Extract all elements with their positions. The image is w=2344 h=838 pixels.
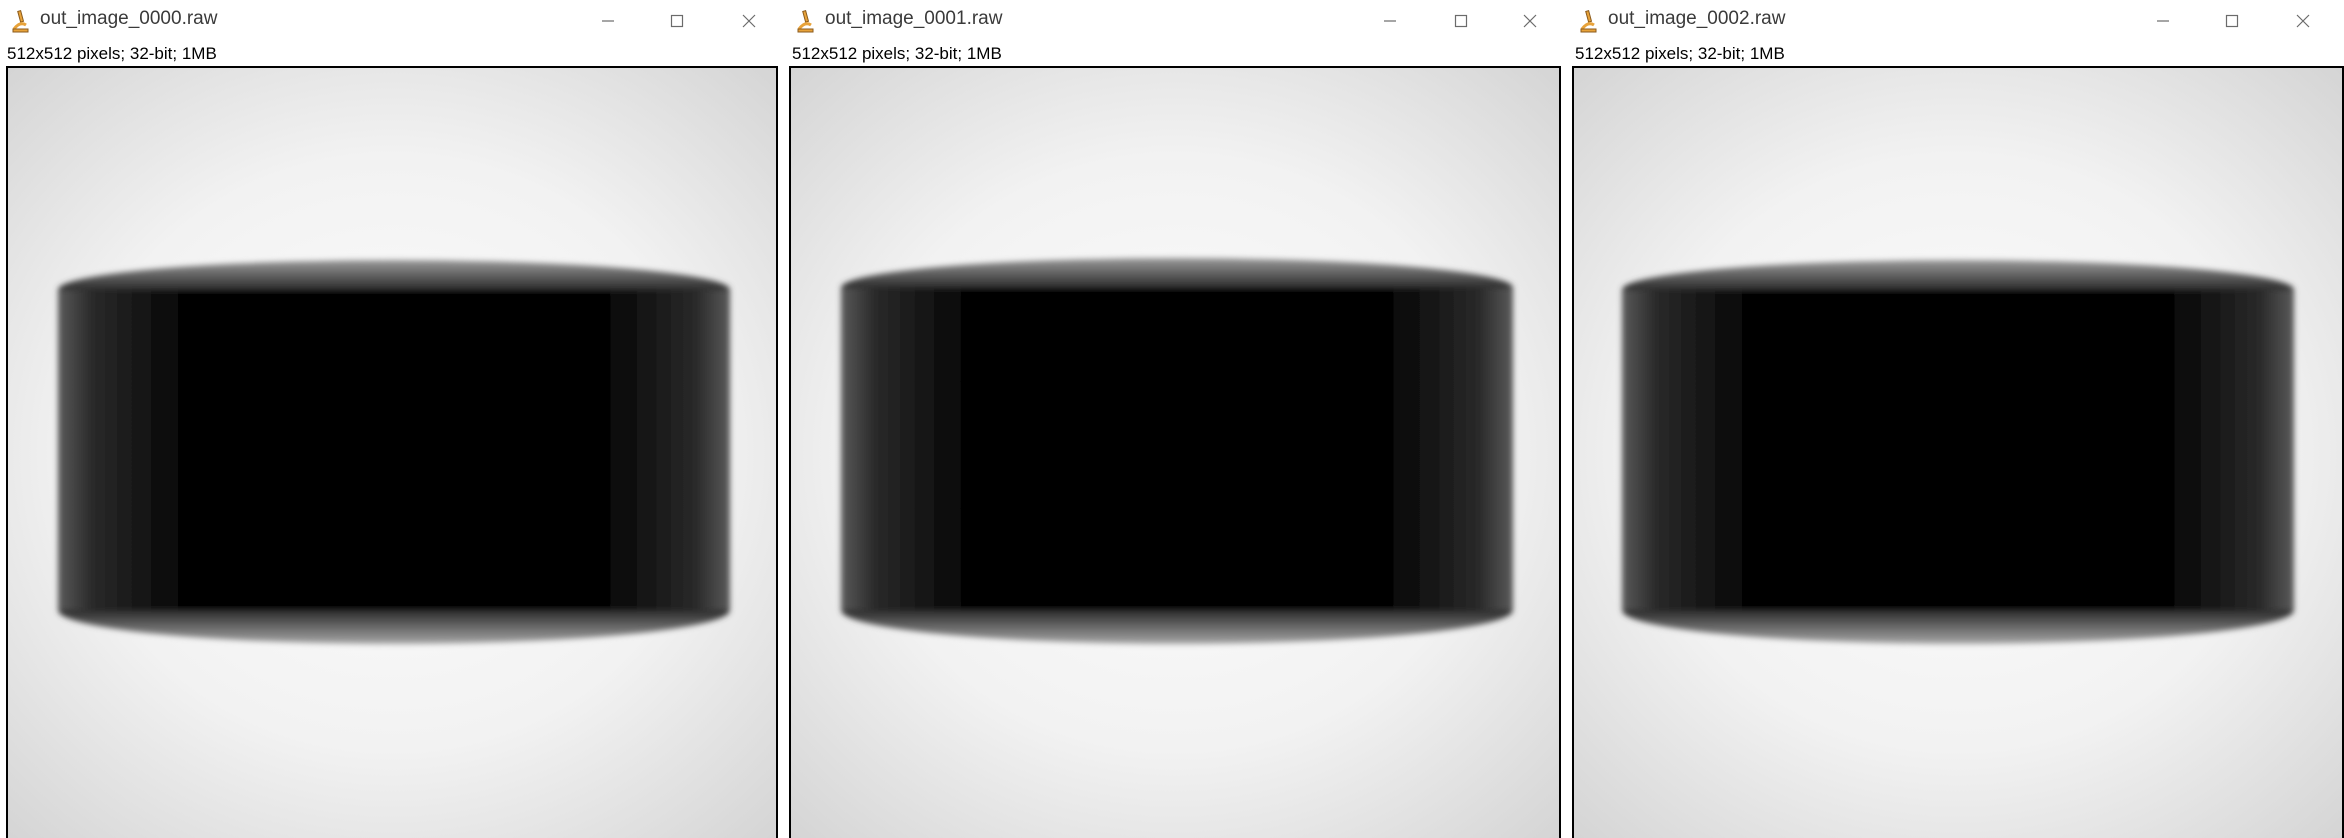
minimize-icon (602, 20, 614, 22)
cylinder-image (58, 260, 730, 644)
close-icon (2296, 14, 2310, 28)
close-icon (742, 14, 756, 28)
image-canvas[interactable] (1572, 66, 2344, 838)
window-titlebar[interactable]: out_image_0002.raw (1568, 0, 2344, 42)
maximize-icon (2225, 14, 2239, 28)
minimize-button[interactable] (2134, 0, 2192, 42)
window-title: out_image_0002.raw (1608, 8, 1786, 29)
close-icon (1523, 14, 1537, 28)
maximize-button[interactable] (648, 0, 706, 42)
imagej-microscope-icon (795, 9, 817, 33)
window-titlebar[interactable]: out_image_0000.raw (0, 0, 785, 42)
imagej-microscope-icon (1578, 9, 1600, 33)
imagej-microscope-icon (10, 9, 32, 33)
minimize-button[interactable] (1361, 0, 1419, 42)
image-window-0[interactable]: out_image_0000.raw 512x512 pixels; 32-bi… (0, 0, 785, 838)
image-window-1[interactable]: out_image_0001.raw 512x512 pixels; 32-bi… (785, 0, 1568, 838)
window-titlebar[interactable]: out_image_0001.raw (785, 0, 1568, 42)
cylinder-image (841, 258, 1513, 644)
minimize-icon (2157, 20, 2169, 22)
window-title: out_image_0001.raw (825, 8, 1003, 29)
maximize-button[interactable] (1432, 0, 1490, 42)
minimize-button[interactable] (579, 0, 637, 42)
close-button[interactable] (1501, 0, 1559, 42)
minimize-icon (1384, 20, 1396, 22)
image-info: 512x512 pixels; 32-bit; 1MB (792, 44, 1002, 63)
image-info: 512x512 pixels; 32-bit; 1MB (7, 44, 217, 63)
maximize-icon (670, 14, 684, 28)
close-button[interactable] (2274, 0, 2332, 42)
image-window-2[interactable]: out_image_0002.raw 512x512 pixels; 32-bi… (1568, 0, 2344, 838)
close-button[interactable] (720, 0, 778, 42)
image-info: 512x512 pixels; 32-bit; 1MB (1575, 44, 1785, 63)
image-canvas[interactable] (6, 66, 778, 838)
maximize-icon (1454, 14, 1468, 28)
cylinder-image (1622, 260, 2294, 644)
maximize-button[interactable] (2203, 0, 2261, 42)
image-canvas[interactable] (789, 66, 1561, 838)
window-title: out_image_0000.raw (40, 8, 218, 29)
